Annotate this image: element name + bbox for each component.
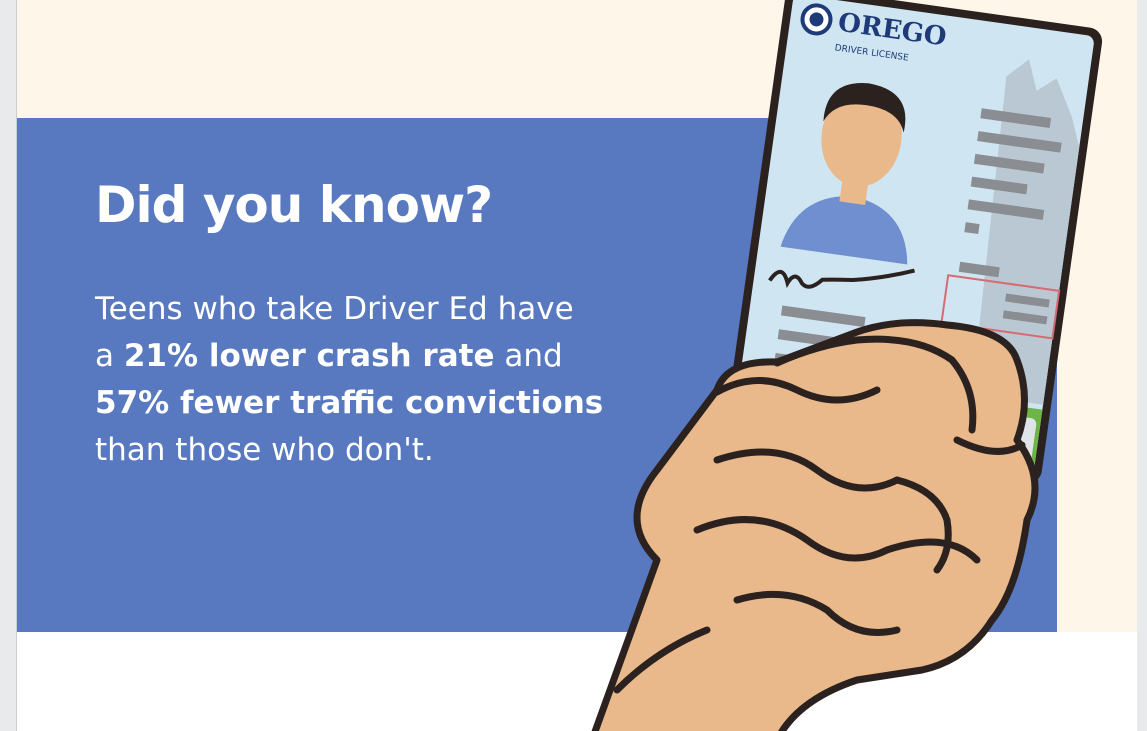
infographic-canvas: Did you know? Teens who take Driver Ed h…	[16, 0, 1137, 731]
fist-holding-license-illustration: OREGO DRIVER LICENSE	[591, 0, 1103, 731]
page-frame: Did you know? Teens who take Driver Ed h…	[0, 0, 1147, 731]
fist	[591, 319, 1039, 731]
